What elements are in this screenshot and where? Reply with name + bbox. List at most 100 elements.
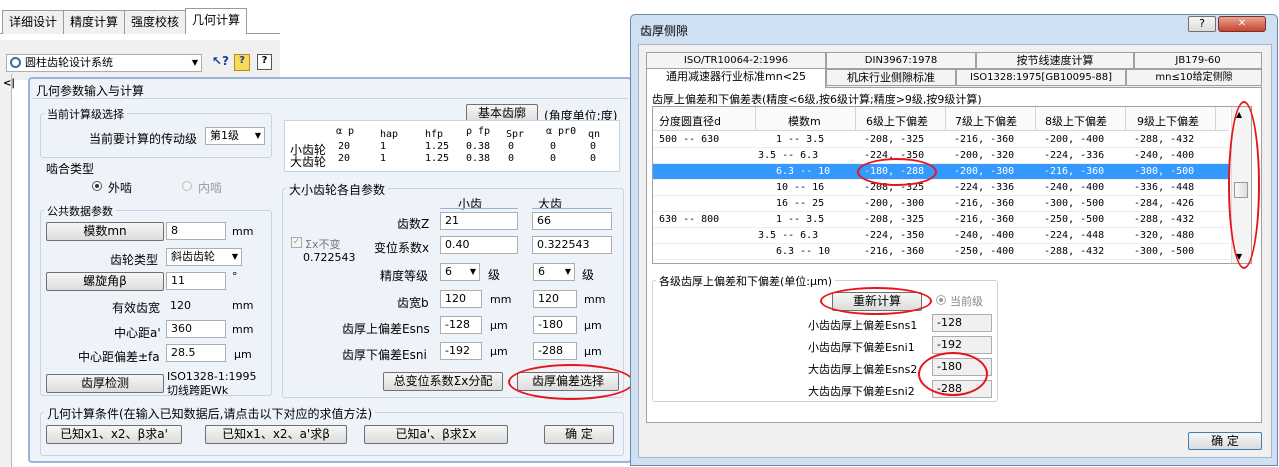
system-combo[interactable]: 圆柱齿轮设计系统: [6, 54, 202, 72]
dialog-help-button[interactable]: ?: [1188, 16, 1216, 32]
module-input[interactable]: 8: [166, 222, 226, 240]
table-row[interactable]: 6.3 -- 10 -180, -288 -200, -300 -216, -360-…: [653, 164, 1229, 180]
gear-type-select[interactable]: 斜齿齿轮: [166, 248, 242, 266]
thickness-check-button[interactable]: 齿厚检测: [46, 374, 164, 393]
radio-internal: [182, 181, 192, 191]
tab-detailed-design[interactable]: 详细设计: [2, 10, 64, 34]
dialog-tab-reducer-standard[interactable]: 通用减速器行业标准mn<25: [646, 68, 826, 88]
profile-cell: 0: [550, 141, 557, 152]
small-header-rule: [440, 208, 518, 209]
deviation-results-title: 各级齿厚上偏差和下偏差(单位:μm): [656, 273, 836, 289]
table-row[interactable]: 3.5 -- 6.3 -224, -350 -240, -400 -224, -448…: [653, 228, 1229, 244]
table-row[interactable]: 6.3 -- 10 -216, -360 -250, -400 -288, -432 -…: [653, 244, 1229, 260]
table-cell: -284, -426: [1134, 198, 1195, 209]
small-shift-input[interactable]: 0.40: [440, 236, 518, 254]
table-cell: -208, -325: [864, 134, 925, 145]
table-row[interactable]: 16 -- 25 -200, -300 -216, -360 -300, -500 -2…: [653, 196, 1229, 212]
table-cell: -288, -432: [1044, 246, 1105, 257]
dialog-tab-machine-tool[interactable]: 机床行业侧隙标准: [826, 69, 956, 86]
small-width-input[interactable]: 120: [440, 290, 482, 308]
table-rows: 500 -- 630 1 -- 3.5 -208, -325 -216, -360 -2…: [653, 132, 1229, 263]
small-esni-input[interactable]: -192: [440, 342, 482, 360]
tab-strength-check[interactable]: 强度校核: [124, 10, 186, 34]
table-row[interactable]: 10 -- 16 -240, -400 -256, -448 -240, -400 -3…: [653, 260, 1229, 263]
table-cell: -288, -432: [1134, 134, 1195, 145]
eff-width-value: 120: [170, 299, 191, 312]
center-dev-unit: μm: [234, 348, 252, 361]
gear-type-value: 斜齿齿轮: [171, 250, 215, 263]
table-cell: -224, -448: [1044, 230, 1105, 241]
tab-precision-calc[interactable]: 精度计算: [63, 10, 125, 34]
help-book-icon[interactable]: ?: [234, 54, 250, 71]
large-grade-unit: 级: [582, 268, 595, 282]
help-icon[interactable]: ?: [257, 54, 272, 70]
module-button[interactable]: 模数mn: [46, 222, 164, 241]
radio-external[interactable]: [92, 181, 102, 191]
large-width-input[interactable]: 120: [533, 290, 577, 308]
solve-center-distance-button[interactable]: 已知x1、x2、β求a': [46, 425, 182, 444]
table-row[interactable]: 630 -- 800 1 -- 3.5 -208, -325 -216, -360 -2…: [653, 212, 1229, 228]
dialog-tab-iso1328[interactable]: ISO1328:1975[GB10095-88]: [956, 69, 1126, 86]
header-divider: [945, 107, 946, 131]
dialog-tab-iso10064[interactable]: ISO/TR10064-2:1996: [646, 52, 826, 69]
table-row[interactable]: 500 -- 630 1 -- 3.5 -208, -325 -216, -360 -2…: [653, 132, 1229, 148]
profile-cell: 1: [380, 153, 387, 164]
helix-angle-input[interactable]: 11: [166, 272, 226, 290]
calc-level-select[interactable]: 第1级: [205, 127, 265, 145]
small-grade-unit: 级: [488, 268, 501, 282]
current-level-dot: [939, 298, 943, 302]
table-cell: -256, -448: [954, 262, 1014, 263]
table-cell: 3.5 -- 6.3: [758, 150, 819, 161]
table-header-cell: 分度圆直径d: [659, 115, 721, 128]
profile-cell: 1.25: [425, 153, 450, 164]
table-cell: -200, -300: [864, 198, 925, 209]
left-splitter[interactable]: [0, 74, 12, 467]
ok-button[interactable]: 确 定: [544, 425, 614, 444]
profile-cell: 0.38: [466, 141, 491, 152]
table-cell: -240, -400: [954, 230, 1015, 241]
dialog-ok-button[interactable]: 确 定: [1188, 432, 1262, 450]
profile-cell: 20: [338, 141, 351, 152]
helix-angle-button[interactable]: 螺旋角β: [46, 272, 164, 291]
dialog-tab-jb179[interactable]: JB179-60: [1134, 52, 1262, 69]
large-esni-input[interactable]: -288: [533, 342, 577, 360]
dialog-tab-given-backlash[interactable]: mn≤10给定侧隙: [1126, 69, 1262, 86]
center-dev-label: 中心距偏差±fa: [78, 350, 160, 364]
center-dev-input[interactable]: 28.5: [166, 344, 226, 362]
table-cell: -288, -432: [1134, 214, 1195, 225]
table-cell: 6.3 -- 10: [776, 166, 831, 177]
large-esns-input[interactable]: -180: [533, 316, 577, 334]
header-divider: [1215, 107, 1216, 131]
center-distance-input[interactable]: 360: [166, 320, 226, 338]
dialog-title: 齿厚侧隙: [640, 24, 689, 38]
radio-external-dot: [95, 184, 99, 188]
table-row[interactable]: 3.5 -- 6.3 -224, -350 -200, -320 -224, -336…: [653, 148, 1229, 164]
small-grade-select[interactable]: 6: [440, 263, 480, 281]
small-esns-input[interactable]: -128: [440, 316, 482, 334]
dialog-tab-pitch-speed[interactable]: 按节线速度计算: [976, 52, 1134, 69]
table-row[interactable]: 10 -- 16 -208, -325 -224, -336 -240, -400 -3…: [653, 180, 1229, 196]
large-teeth-input[interactable]: 66: [532, 212, 612, 230]
gear-row-label: 齿数Z: [397, 217, 430, 231]
gear-row-label: 变位系数x: [374, 241, 430, 255]
tab-geometry-calc[interactable]: 几何计算: [185, 8, 247, 34]
table-cell: 630 -- 800: [659, 214, 720, 225]
solve-helix-button[interactable]: 已知x1、x2、a'求β: [205, 425, 347, 444]
dialog-tab-din3967[interactable]: DIN3967:1978: [826, 52, 976, 69]
table-cell: -240, -400: [1044, 262, 1104, 263]
solve-sum-shift-button[interactable]: 已知a'、β求Σx: [364, 425, 508, 444]
large-shift-input[interactable]: 0.322543: [532, 236, 612, 254]
whats-this-icon[interactable]: ↖?: [212, 54, 229, 71]
large-grade-select[interactable]: 6: [533, 263, 575, 281]
calc-level-group-title: 当前计算级选择: [44, 106, 127, 122]
profile-cell: 0: [590, 141, 597, 152]
geo-conditions-title: 几何计算条件(在输入已知数据后,请点击以下对应的求值方法): [44, 405, 376, 422]
dialog-close-button[interactable]: ✕: [1218, 16, 1266, 32]
profile-header: qn: [588, 129, 601, 140]
gear-type-label: 齿轮类型: [110, 253, 159, 267]
table-cell: -320, -480: [1134, 230, 1195, 241]
small-teeth-input[interactable]: 21: [440, 212, 518, 230]
profile-cell: 0.38: [466, 153, 491, 164]
shift-distribution-button[interactable]: 总变位系数Σx分配: [383, 372, 503, 391]
deviation-table-caption: 齿厚上偏差和下偏差表(精度<6级,按6级计算;精度>9级,按9级计算): [652, 93, 982, 106]
